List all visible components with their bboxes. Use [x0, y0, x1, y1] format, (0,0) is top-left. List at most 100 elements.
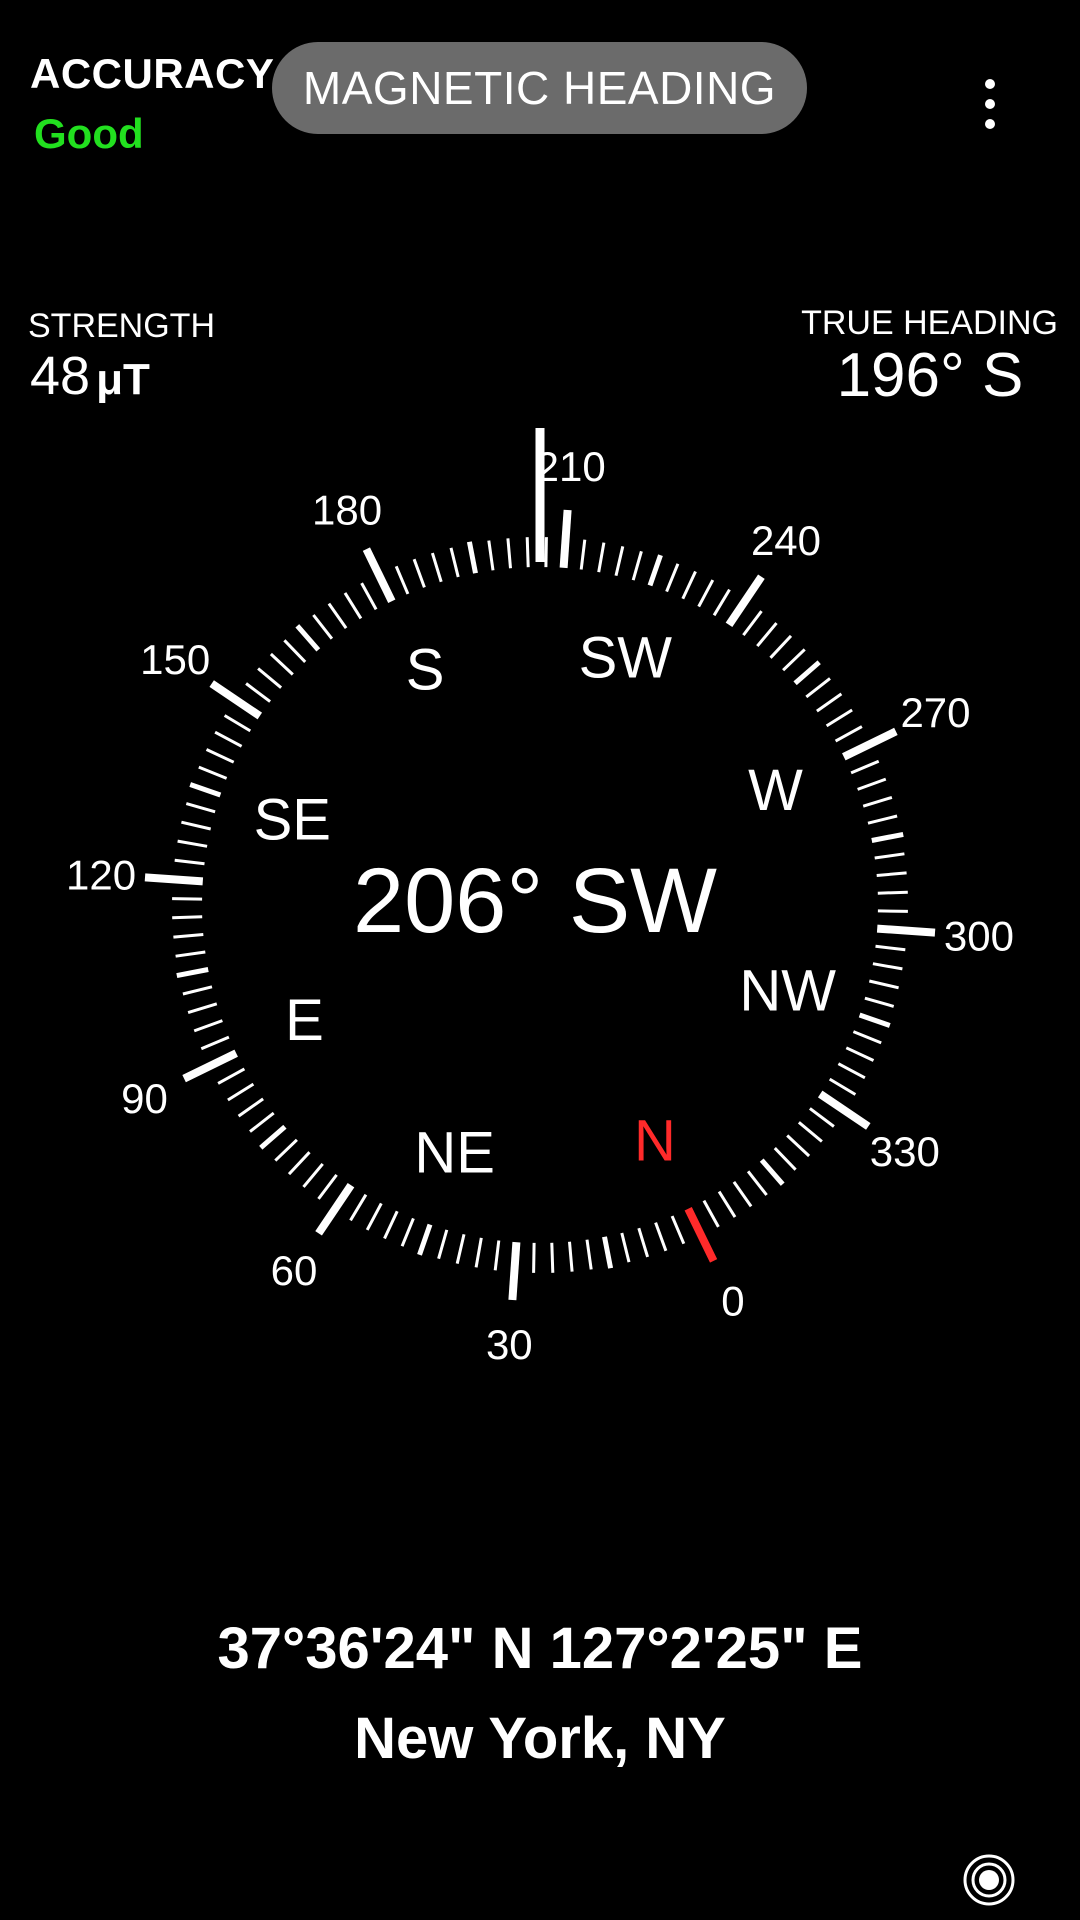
compass-tick: [620, 1232, 631, 1263]
compass-tick: [876, 871, 907, 877]
degree-label: 330: [870, 1128, 940, 1175]
compass-tick: [837, 1062, 866, 1080]
cardinal-label: N: [634, 1109, 676, 1174]
compass-tick: [181, 820, 212, 831]
compass-tick: [214, 730, 243, 748]
cardinal-label: NE: [414, 1121, 495, 1186]
compass-tick: [383, 1210, 399, 1240]
compass-tick: [852, 1030, 882, 1045]
compass-tick: [449, 547, 460, 578]
compass-tick: [872, 962, 903, 971]
compass-tick: [508, 1241, 521, 1301]
compass-tick: [732, 1181, 753, 1208]
compass-tick: [474, 1237, 483, 1268]
compass-tick: [343, 592, 363, 620]
compass-tick: [172, 915, 203, 920]
compass-tick: [681, 570, 697, 600]
compass-tick: [327, 602, 348, 629]
compass-tick: [177, 839, 208, 848]
compass-tick: [394, 565, 410, 595]
compass-tick: [176, 967, 209, 979]
compass-tick: [786, 1134, 811, 1158]
compass-tick: [223, 714, 252, 733]
compass-tick: [756, 622, 778, 648]
compass-tick: [295, 624, 321, 652]
compass-tick: [455, 1233, 466, 1264]
compass-tick: [742, 610, 763, 637]
compass-tick: [614, 546, 625, 577]
compass-tick: [349, 1193, 368, 1222]
compass-tick: [559, 509, 572, 569]
compass-tick: [717, 1190, 737, 1218]
compass-tick: [759, 1158, 785, 1186]
compass-tick: [506, 538, 512, 569]
compass-tick: [868, 979, 899, 990]
compass-tick: [362, 547, 396, 603]
compass-tick: [173, 933, 204, 939]
compass-tick: [602, 1236, 614, 1269]
degree-label: 90: [121, 1075, 168, 1122]
compass-tick: [245, 682, 272, 703]
compass-tick: [269, 652, 294, 676]
compass-tick: [237, 1097, 264, 1118]
compass-tick: [466, 541, 478, 574]
compass-tick: [217, 1067, 246, 1085]
compass-tick: [193, 1019, 223, 1033]
compass-tick: [568, 1241, 574, 1272]
compass-tick: [185, 802, 216, 814]
compass-tick: [430, 552, 443, 583]
compass-tick: [877, 890, 908, 895]
compass-tick: [144, 873, 204, 886]
compass-tick: [684, 1207, 718, 1263]
compass-tick: [746, 1170, 768, 1196]
compass-tick: [257, 667, 283, 689]
compass-tick: [302, 1162, 324, 1188]
compass-tick: [274, 1138, 298, 1162]
compass-tick: [360, 582, 378, 611]
compass-tick: [189, 782, 222, 798]
degree-label: 0: [721, 1278, 744, 1325]
compass-tick: [864, 996, 895, 1008]
compass-tick: [712, 588, 731, 617]
degree-label: 300: [944, 913, 1014, 960]
compass-tick: [805, 677, 831, 699]
compass-tick: [317, 1173, 338, 1200]
compass-tick: [400, 1217, 415, 1247]
compass-tick: [665, 563, 680, 593]
compass-tick: [187, 1002, 218, 1015]
camera-toggle-icon[interactable]: [962, 1853, 1016, 1907]
compass-tick: [259, 1124, 287, 1150]
compass-tick: [876, 924, 936, 937]
degree-label: 240: [751, 517, 821, 564]
compass-tick: [493, 1240, 501, 1271]
compass-tick: [200, 1035, 230, 1051]
degree-label: 210: [536, 443, 606, 490]
compass-tick: [670, 1215, 686, 1245]
compass-tick: [782, 648, 806, 672]
degree-label: 60: [271, 1247, 318, 1294]
compass-tick: [647, 554, 663, 587]
cardinal-label: SE: [254, 788, 331, 853]
compass-tick: [697, 579, 715, 608]
compass-tick: [365, 1202, 383, 1231]
compass-tick: [249, 1111, 275, 1133]
compass-tick: [175, 950, 206, 958]
compass-tick: [287, 1151, 311, 1176]
location-name: New York, NY: [354, 1706, 726, 1771]
compass-tick: [283, 639, 307, 663]
compass-tick: [862, 795, 893, 808]
compass-tick: [877, 909, 908, 913]
compass-tick: [487, 540, 495, 571]
coordinates: 37°36'24" N 127°2'25" E: [217, 1616, 863, 1681]
compass-tick: [417, 1223, 433, 1256]
compass-tick: [532, 1242, 536, 1273]
compass-tick: [585, 1239, 593, 1270]
compass-tick: [850, 759, 880, 775]
compass-tick: [842, 727, 898, 761]
compass-tick: [874, 852, 905, 860]
compass-tick: [525, 537, 530, 568]
heading-readout: 206° SW: [353, 850, 717, 952]
compass-tick: [172, 897, 203, 901]
compass-tick: [875, 944, 906, 952]
compass-tick: [597, 542, 606, 573]
